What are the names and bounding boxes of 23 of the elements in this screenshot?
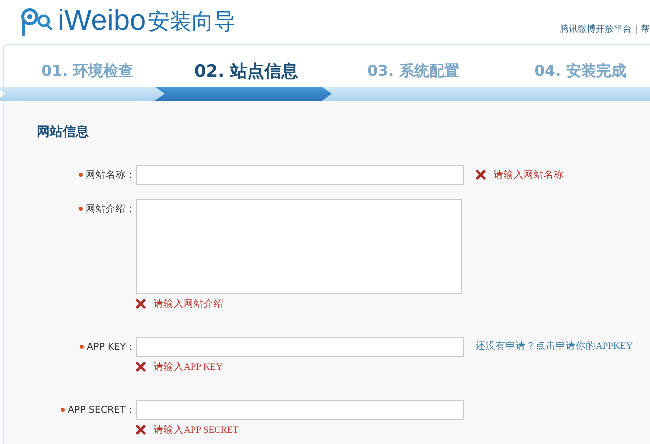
header-link[interactable]: 帮 <box>641 23 650 36</box>
field-label: 网站介绍： <box>86 202 136 216</box>
page-title: 安装向导 <box>148 8 236 36</box>
logo-text: iWeibo <box>58 5 146 38</box>
input-field[interactable] <box>136 400 464 420</box>
error-icon <box>136 362 146 372</box>
error-message: 请输入网站介绍 <box>154 298 224 310</box>
error-icon <box>476 170 486 180</box>
text-area[interactable] <box>136 199 462 294</box>
input-field[interactable] <box>136 165 464 185</box>
input-field[interactable] <box>136 337 464 357</box>
error-message: 请输入网站名称 <box>494 169 564 182</box>
field-label: 网站名称： <box>86 168 136 182</box>
field-label: APP SECRET： <box>68 404 136 416</box>
field-label: APP KEY： <box>86 340 136 354</box>
error-message: 请输入APP SECRET <box>154 424 239 436</box>
error-icon <box>136 299 146 309</box>
logo-icon <box>20 6 54 36</box>
error-icon <box>136 425 146 435</box>
error-message: 请输入APP KEY <box>154 361 223 374</box>
header-link[interactable]: 腾讯微博开放平台 <box>560 23 632 36</box>
section-title: 网站信息 <box>37 124 90 141</box>
apply-link[interactable]: 还没有申请？点击申请你的APPKEY <box>476 337 633 357</box>
